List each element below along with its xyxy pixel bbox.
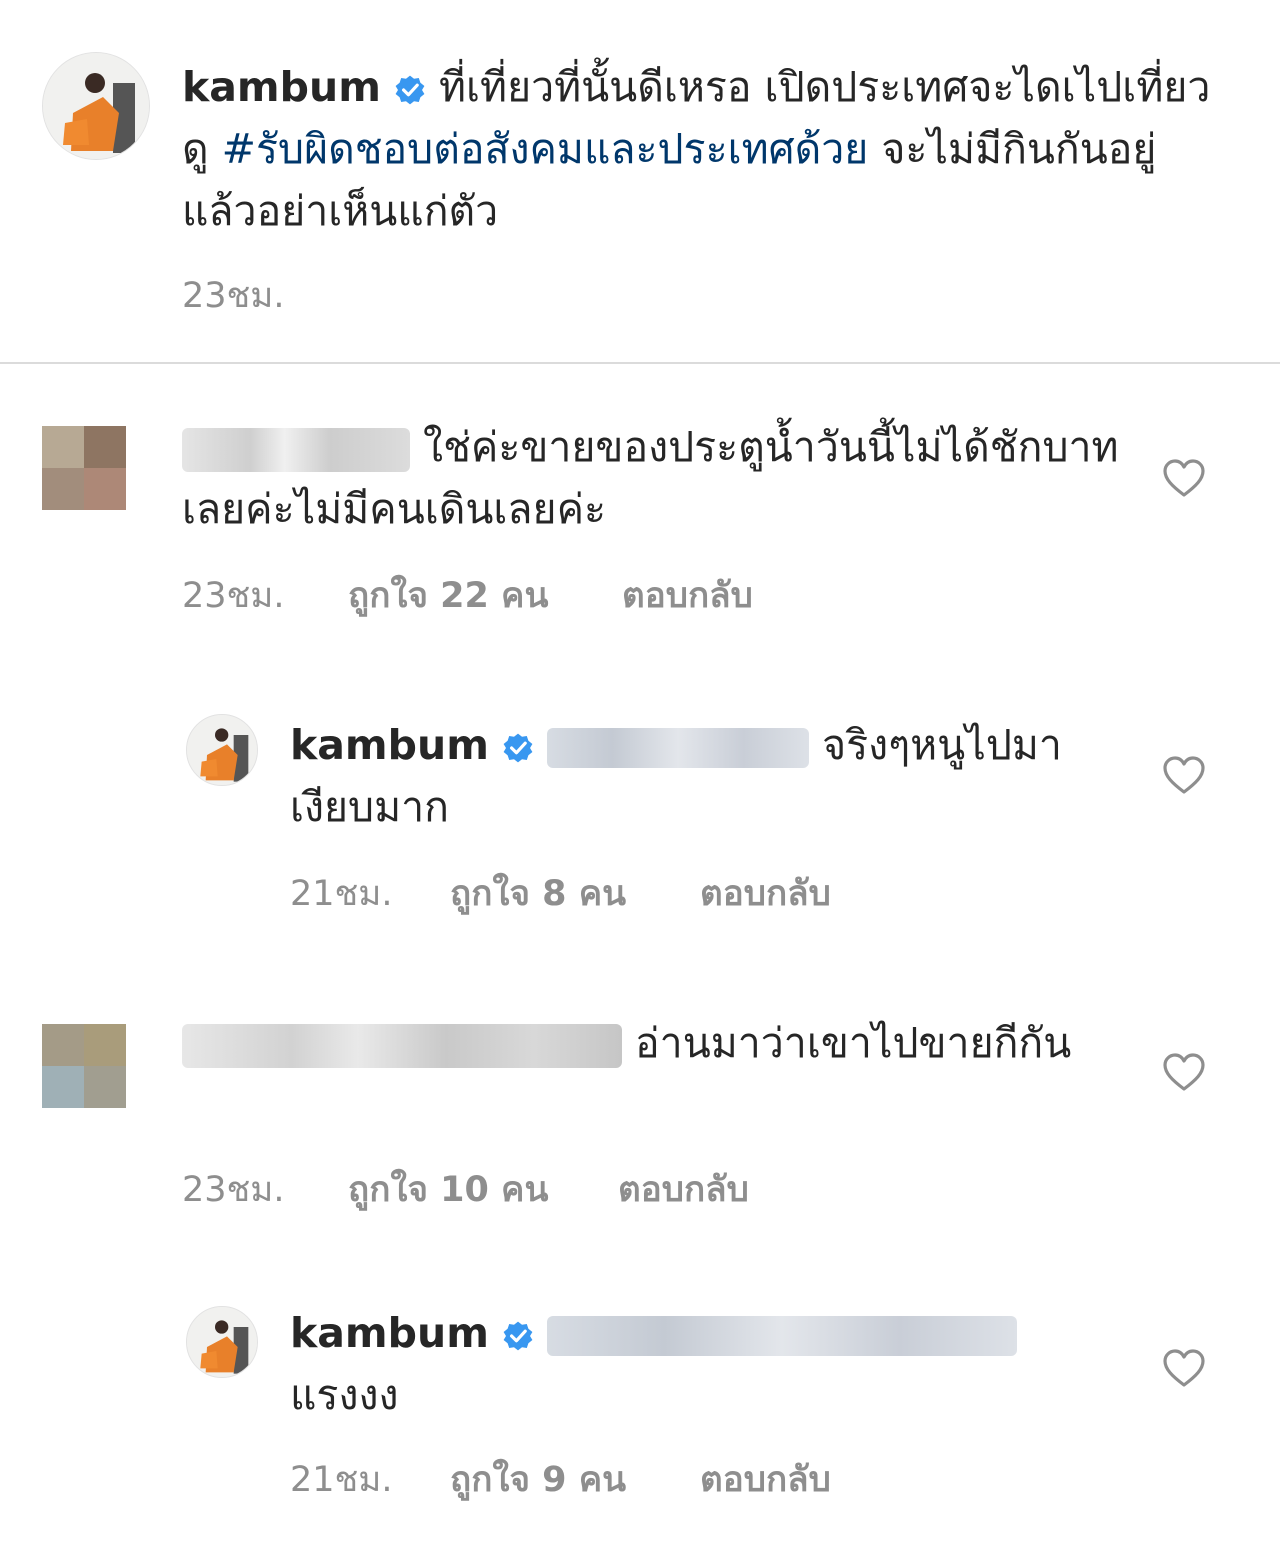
reply-button[interactable]: ตอบกลับ	[700, 1452, 831, 1507]
likes-count[interactable]: ถูกใจ 10 คน	[348, 1162, 548, 1217]
caption-username[interactable]: kambum	[182, 63, 381, 111]
comment-meta: 23ชม. ถูกใจ 22 คน ตอบกลับ	[182, 568, 882, 616]
verified-badge-icon	[503, 1321, 533, 1351]
comment-time: 23ชม.	[182, 576, 285, 616]
caption-hashtag[interactable]: #รับผิดชอบต่อสังคมและประเทศด้วย	[222, 125, 869, 173]
comment-username[interactable]: kambum	[290, 721, 489, 769]
caption-meta: 23ชม.	[182, 268, 782, 316]
comment-text: อ่านมาว่าเขาไปขายกีกัน	[635, 1019, 1072, 1067]
comment-time: 21ชม.	[290, 1460, 393, 1500]
comment-body: ใช่ค่ะขายของประตูน้ำวันนี้ไม่ได้ชักบาทเล…	[182, 416, 1142, 540]
avatar-photo	[43, 53, 149, 159]
heart-icon[interactable]	[1162, 458, 1206, 498]
comment-time: 21ชม.	[290, 874, 393, 914]
avatar[interactable]	[186, 1306, 258, 1378]
divider	[0, 362, 1280, 364]
blurred-mention[interactable]	[547, 728, 810, 768]
comment-time: 23ชม.	[182, 1170, 285, 1210]
blurred-avatar[interactable]	[42, 1024, 126, 1108]
comment-meta: 21ชม. ถูกใจ 9 คน ตอบกลับ	[290, 1452, 990, 1500]
likes-count[interactable]: ถูกใจ 9 คน	[450, 1452, 626, 1507]
comment-meta: 23ชม. ถูกใจ 10 คน ตอบกลับ	[182, 1162, 882, 1210]
reply-button[interactable]: ตอบกลับ	[618, 1162, 749, 1217]
avatar-photo	[187, 715, 257, 785]
blurred-username[interactable]	[182, 428, 410, 472]
comment-meta: 21ชม. ถูกใจ 8 คน ตอบกลับ	[290, 866, 990, 914]
reply-button[interactable]: ตอบกลับ	[700, 866, 831, 921]
blurred-username[interactable]	[182, 1024, 622, 1068]
blurred-avatar[interactable]	[42, 426, 126, 510]
comment-text: แรงงง	[290, 1371, 399, 1419]
verified-badge-icon	[503, 733, 533, 763]
avatar[interactable]	[186, 714, 258, 786]
likes-count[interactable]: ถูกใจ 8 คน	[450, 866, 626, 921]
likes-count[interactable]: ถูกใจ 22 คน	[348, 568, 548, 623]
avatar[interactable]	[42, 52, 150, 160]
blurred-mention[interactable]	[547, 1316, 1018, 1356]
verified-badge-icon	[395, 75, 425, 105]
heart-icon[interactable]	[1162, 1348, 1206, 1388]
comment-body: kambum จริงๆหนูไปมาเงียบมาก	[290, 714, 1120, 838]
avatar-photo	[187, 1307, 257, 1377]
heart-icon[interactable]	[1162, 1052, 1206, 1092]
comment-body: kambum แรงงง	[290, 1302, 1120, 1426]
comment-body: อ่านมาว่าเขาไปขายกีกัน	[182, 1012, 1142, 1074]
caption: kambum ที่เที่ยวที่นั้นดีเหรอ เปิดประเทศ…	[182, 56, 1222, 242]
comment-username[interactable]: kambum	[290, 1309, 489, 1357]
reply-button[interactable]: ตอบกลับ	[622, 568, 753, 623]
caption-time: 23ชม.	[182, 276, 285, 316]
heart-icon[interactable]	[1162, 755, 1206, 795]
